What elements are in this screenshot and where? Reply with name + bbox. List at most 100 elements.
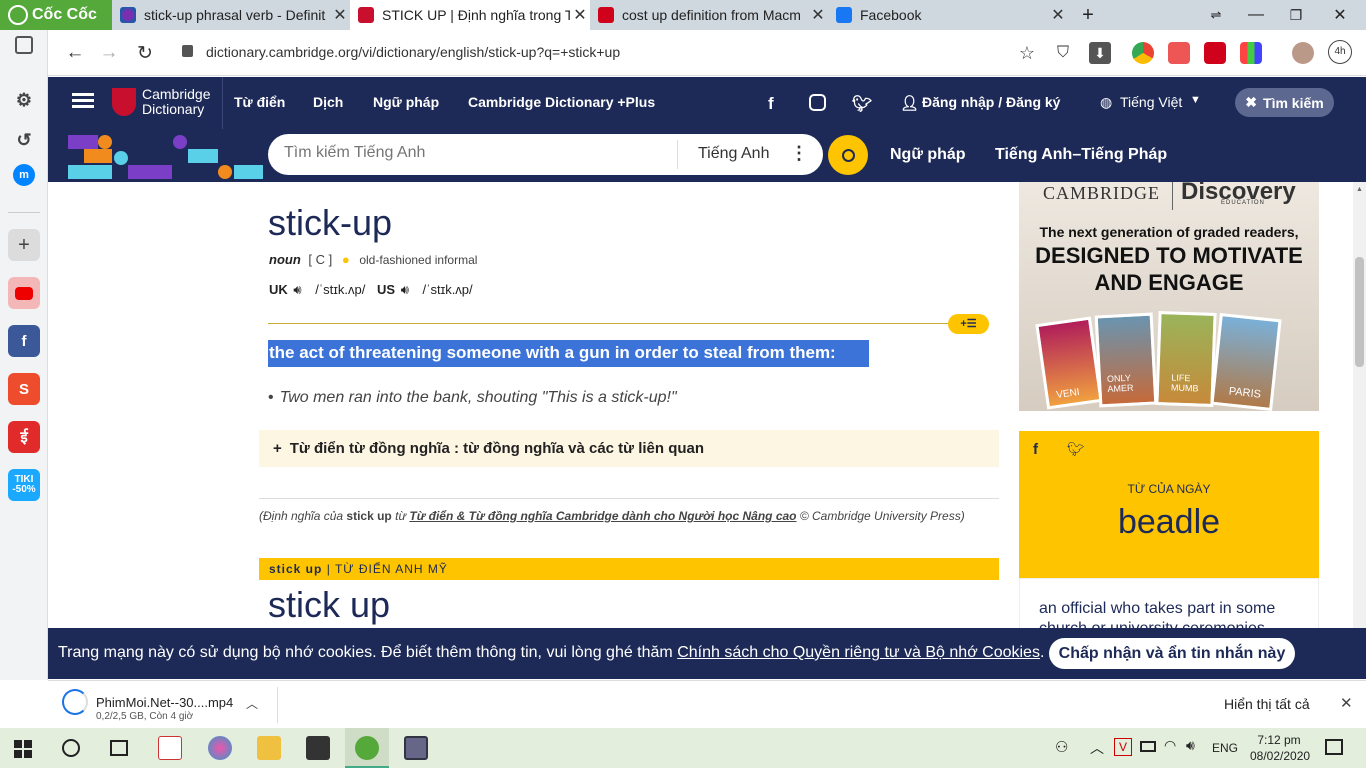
volume-icon[interactable]: 🔊︎ (1186, 737, 1195, 754)
close-window-button[interactable]: ✕ (1320, 0, 1360, 30)
taskbar-coccoc-active[interactable] (345, 728, 389, 768)
sub-link-grammar[interactable]: Ngữ pháp (890, 146, 966, 164)
nav-translate[interactable]: Dịch (313, 94, 343, 110)
reload-icon[interactable]: ↻ (130, 38, 160, 68)
nav-dictionary[interactable]: Từ điển (234, 94, 285, 110)
download-chevron-up-icon[interactable]: ︿ (246, 695, 258, 712)
download-icon[interactable]: ⬇ (1089, 42, 1111, 64)
search-input[interactable] (284, 144, 664, 162)
wotd-facebook-icon[interactable]: f (1033, 441, 1038, 458)
notification-center-icon[interactable] (1325, 739, 1343, 755)
clock[interactable]: 7:12 pm 08/02/2020 (1250, 732, 1310, 764)
nav-plus[interactable]: Cambridge Dictionary +Plus (468, 94, 655, 110)
taskbar-app-1-icon[interactable] (158, 736, 182, 760)
profile-avatar[interactable] (1292, 42, 1314, 64)
more-options-icon[interactable]: ⋮ (790, 143, 808, 164)
wotd-definition: an official who takes part in some churc… (1039, 600, 1276, 628)
shopee-icon[interactable]: S (8, 373, 40, 405)
messenger-icon[interactable]: m (13, 164, 35, 186)
back-arrow-icon[interactable]: ← (60, 38, 90, 68)
taskbar-app-3-icon[interactable] (404, 736, 428, 760)
wifi-icon[interactable]: ◠ (1164, 737, 1176, 754)
search-language-select[interactable]: Tiếng Anh (698, 145, 769, 163)
tab-facebook[interactable]: Facebook ✕ (828, 0, 1068, 30)
facebook-social-icon[interactable]: f (768, 94, 774, 114)
close-tab-icon[interactable]: ✕ (808, 5, 828, 25)
credit-prefix: (Định nghĩa của (259, 509, 344, 523)
tab-search-icon[interactable]: ⇌ (1196, 0, 1236, 30)
twitter-social-icon[interactable]: 🐦︎ (852, 94, 872, 114)
task-view-icon[interactable] (110, 740, 128, 756)
battery-icon[interactable] (1140, 741, 1156, 752)
cambridge-crest-icon[interactable] (112, 88, 136, 116)
search-toggle-button[interactable]: ✖ Tìm kiếm (1235, 88, 1334, 117)
tray-vietkey-icon[interactable]: V (1114, 738, 1132, 756)
scroll-up-icon[interactable]: ▲ (1356, 186, 1363, 193)
sub-link-english-french[interactable]: Tiếng Anh–Tiếng Pháp (995, 146, 1167, 164)
extension-red-icon[interactable] (1204, 42, 1226, 64)
us-audio-icon[interactable]: 🔊︎ (401, 282, 409, 297)
sticky-notes-icon[interactable] (306, 736, 330, 760)
thesaurus-expander[interactable]: + Từ điển từ đồng nghĩa : từ đồng nghĩa v… (259, 430, 999, 467)
nav-grammar[interactable]: Ngữ pháp (373, 94, 439, 110)
cookie-policy-link[interactable]: Chính sách cho Quyền riêng tư và Bộ nhớ … (677, 644, 1040, 661)
tab-stick-up-phrasal-verb[interactable]: stick-up phrasal verb - Definit ✕ (112, 0, 350, 30)
youtube-icon[interactable] (8, 277, 40, 309)
shield-icon[interactable]: ⛉ (1048, 38, 1078, 68)
people-icon[interactable]: ⚇ (1055, 738, 1068, 756)
us-ipa: /ˈstɪk.ʌp/ (422, 282, 473, 297)
bookmark-star-icon[interactable]: ☆ (1012, 38, 1042, 68)
tiki-icon[interactable]: TIKI -50% (8, 469, 40, 501)
minimize-button[interactable]: — (1236, 0, 1276, 30)
windows-start-icon[interactable] (14, 740, 32, 758)
lazada-icon[interactable]: ई (8, 421, 40, 453)
wotd-word[interactable]: beadle (1019, 503, 1319, 542)
accept-cookies-button[interactable]: Chấp nhận và ẩn tin nhắn này (1049, 638, 1295, 669)
extension-color-icon[interactable] (1240, 42, 1262, 64)
extension-coccoc-icon[interactable] (1132, 42, 1154, 64)
close-tab-icon[interactable]: ✕ (570, 5, 590, 25)
site-logo[interactable]: Cambridge Dictionary (142, 87, 210, 117)
browser-brand-button[interactable]: Cốc Cốc (0, 0, 112, 30)
add-shortcut-icon[interactable]: + (8, 229, 40, 261)
download-bar: PhimMoi.Net--30....mp4 0,2/2,5 GB, Còn 4… (48, 680, 1366, 728)
tab-macmillan[interactable]: cost up definition from Macm ✕ (590, 0, 828, 30)
extension-adblock-icon[interactable] (1168, 42, 1190, 64)
maximize-button[interactable]: ❐ (1276, 0, 1316, 30)
facebook-shortcut-icon[interactable]: f (8, 325, 40, 357)
url-bar[interactable]: dictionary.cambridge.org/vi/dictionary/e… (172, 36, 1072, 68)
settings-gear-icon[interactable]: ⚙ (8, 84, 40, 116)
history-icon[interactable]: ↺ (8, 124, 40, 156)
credit-dictionary-link[interactable]: Từ điển & Từ đồng nghĩa Cambridge dành c… (409, 509, 796, 523)
sidebar-toggle-icon[interactable] (15, 36, 33, 54)
close-tab-icon[interactable]: ✕ (330, 5, 350, 25)
ad-book-label-2: ONLY AMER (1106, 372, 1134, 395)
hamburger-menu-icon[interactable] (72, 93, 94, 96)
download-filename[interactable]: PhimMoi.Net--30....mp4 (96, 695, 233, 710)
close-tab-icon[interactable]: ✕ (1048, 5, 1068, 25)
login-link[interactable]: Đăng nhập / Đăng ký (922, 94, 1060, 110)
page-scrollbar[interactable]: ▲ ▼ (1353, 182, 1366, 678)
new-tab-button[interactable]: + (1068, 0, 1108, 30)
tab-stick-up-cambridge[interactable]: STICK UP | Định nghĩa trong T ✕ (350, 0, 590, 30)
coccoc-logo-icon (8, 5, 28, 25)
timer-badge[interactable]: 4h (1328, 40, 1352, 64)
tray-chevron-up-icon[interactable]: ︿ (1090, 738, 1104, 758)
instagram-social-icon[interactable] (809, 94, 826, 111)
file-explorer-icon[interactable] (257, 736, 281, 760)
forward-arrow-icon[interactable]: → (94, 38, 124, 68)
input-language-indicator[interactable]: ENG (1212, 741, 1238, 755)
uk-ipa: /ˈstɪk.ʌp/ (315, 282, 366, 297)
show-all-downloads-link[interactable]: Hiển thị tất cả (1224, 696, 1310, 712)
ad-book-2: ONLY AMER (1094, 312, 1158, 408)
add-to-list-button[interactable]: +☰ (948, 314, 989, 334)
search-submit-button[interactable] (828, 135, 868, 175)
uk-audio-icon[interactable]: 🔊︎ (293, 282, 301, 297)
language-selector[interactable]: Tiếng Việt (1120, 94, 1182, 110)
close-download-bar-icon[interactable]: ✕ (1340, 694, 1353, 712)
wotd-twitter-icon[interactable]: 🐦︎ (1067, 441, 1085, 458)
cortana-search-icon[interactable] (62, 739, 80, 757)
ad-banner[interactable]: CAMBRIDGE Discovery EDUCATION The next g… (1019, 182, 1319, 411)
scroll-thumb[interactable] (1355, 257, 1364, 367)
taskbar-app-2-icon[interactable] (208, 736, 232, 760)
